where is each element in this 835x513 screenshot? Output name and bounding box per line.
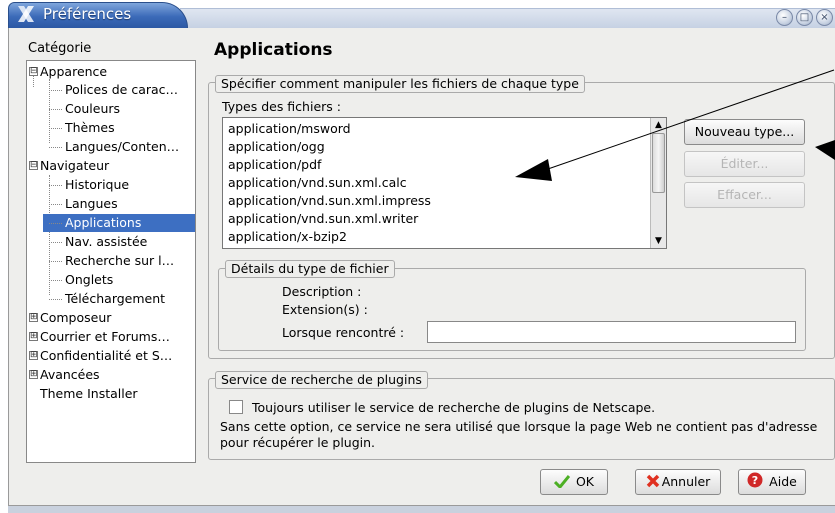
sidebar-item-recherche[interactable]: Recherche sur l… bbox=[43, 252, 174, 270]
sidebar-item-label: Composeur bbox=[40, 310, 112, 325]
title-bar[interactable]: Préférences – □ × bbox=[0, 0, 835, 28]
sidebar-item-label: Langues/Conten… bbox=[65, 139, 180, 154]
sidebar-item-label: Navigateur bbox=[40, 158, 110, 173]
sidebar-item-label: Nav. assistée bbox=[65, 234, 148, 249]
help-icon: ? bbox=[747, 472, 763, 496]
sidebar-item-couleurs[interactable]: Couleurs bbox=[43, 100, 120, 118]
sidebar-item-label: Confidentialité et S… bbox=[40, 348, 173, 363]
sidebar-item-label: Polices de carac… bbox=[65, 82, 179, 97]
cancel-button-label: Annuler bbox=[661, 474, 711, 489]
details-legend: Détails du type de fichier bbox=[225, 260, 395, 278]
sidebar-item-apparence[interactable]: ⊟ Apparence bbox=[28, 63, 107, 81]
sidebar-item-composeur[interactable]: ⊞ Composeur bbox=[28, 309, 111, 327]
sidebar-item-theme-installer[interactable]: Theme Installer bbox=[28, 385, 138, 403]
file-types-list[interactable]: application/msword application/ogg appli… bbox=[222, 117, 667, 249]
sidebar-item-label: Applications bbox=[65, 215, 142, 230]
extension-label: Extension(s) : bbox=[282, 302, 368, 317]
sidebar-item-avancees[interactable]: ⊞ Avancées bbox=[28, 366, 100, 384]
sidebar-item-historique[interactable]: Historique bbox=[43, 176, 129, 194]
plugin-search-checkbox[interactable] bbox=[229, 400, 243, 414]
delete-button-label: Effacer... bbox=[717, 187, 772, 202]
sidebar-item-label: Onglets bbox=[65, 272, 114, 287]
list-item[interactable]: application/vnd.sun.xml.writer bbox=[228, 210, 418, 228]
page-title: Applications bbox=[214, 40, 333, 60]
list-item[interactable]: application/ogg bbox=[228, 138, 325, 156]
scroll-down-arrow-icon[interactable]: ▼ bbox=[651, 234, 666, 248]
file-types-label: Types des fichiers : bbox=[222, 99, 341, 114]
minimize-icon[interactable]: – bbox=[776, 9, 793, 26]
sidebar-item-telechargement[interactable]: Téléchargement bbox=[43, 290, 165, 308]
sidebar-item-langues-contenu[interactable]: Langues/Conten… bbox=[43, 138, 179, 156]
title-bar-strip bbox=[180, 8, 835, 28]
ok-button-label: OK bbox=[575, 474, 595, 489]
list-scrollbar[interactable]: ▲ ▼ bbox=[650, 118, 666, 248]
window-title: Préférences bbox=[43, 5, 132, 23]
sidebar-item-nav-assistee[interactable]: Nav. assistée bbox=[43, 233, 147, 251]
sidebar-item-polices[interactable]: Polices de carac… bbox=[43, 81, 178, 99]
sidebar-item-navigateur[interactable]: ⊟ Navigateur bbox=[28, 157, 109, 175]
sidebar-item-themes[interactable]: Thèmes bbox=[43, 119, 115, 137]
maximize-icon[interactable]: □ bbox=[796, 9, 813, 26]
help-button-label: Aide bbox=[769, 474, 797, 489]
when-encountered-field[interactable] bbox=[427, 321, 796, 343]
sidebar-item-label: Theme Installer bbox=[40, 386, 138, 401]
list-item[interactable]: application/vnd.sun.xml.impress bbox=[228, 192, 431, 210]
help-button[interactable]: ? Aide bbox=[738, 469, 806, 495]
cancel-x-icon bbox=[646, 472, 660, 496]
edit-button-label: Éditer... bbox=[720, 156, 769, 171]
edit-button[interactable]: Éditer... bbox=[684, 151, 805, 177]
list-item[interactable]: application/msword bbox=[228, 120, 351, 138]
sidebar-item-langues[interactable]: Langues bbox=[43, 195, 118, 213]
sidebar-item-label: Thèmes bbox=[65, 120, 115, 135]
sidebar-item-label: Courrier et Forums… bbox=[40, 329, 170, 344]
delete-button[interactable]: Effacer... bbox=[684, 182, 805, 208]
sidebar-item-label: Téléchargement bbox=[65, 291, 166, 306]
cancel-button[interactable]: Annuler bbox=[635, 469, 721, 495]
scroll-thumb[interactable] bbox=[652, 133, 665, 193]
x-logo-icon bbox=[16, 5, 36, 23]
sidebar-item-courrier[interactable]: ⊞ Courrier et Forums… bbox=[28, 328, 170, 346]
plugin-search-checkbox-label[interactable]: Toujours utiliser le service de recherch… bbox=[252, 400, 655, 415]
expand-icon[interactable]: ⊞ bbox=[29, 332, 38, 341]
scroll-up-arrow-icon[interactable]: ▲ bbox=[651, 118, 666, 132]
category-heading: Catégorie bbox=[28, 41, 92, 56]
file-types-legend: Spécifier comment manipuler les fichiers… bbox=[215, 75, 585, 93]
ok-button[interactable]: OK bbox=[540, 469, 608, 495]
when-encountered-label: Lorsque rencontré : bbox=[282, 325, 405, 340]
expand-icon[interactable]: ⊞ bbox=[29, 313, 38, 322]
plugin-search-note: Sans cette option, ce service ne sera ut… bbox=[220, 419, 818, 450]
svg-text:?: ? bbox=[752, 474, 758, 487]
list-item[interactable]: application/x-bzip2 bbox=[228, 228, 347, 246]
expand-icon[interactable]: ⊞ bbox=[29, 370, 38, 379]
close-icon[interactable]: × bbox=[816, 9, 833, 26]
sidebar-item-label: Langues bbox=[65, 196, 118, 211]
plugin-search-legend: Service de recherche de plugins bbox=[215, 371, 428, 389]
description-label: Description : bbox=[282, 284, 362, 299]
sidebar-item-label: Recherche sur l… bbox=[65, 253, 175, 268]
sidebar-item-onglets[interactable]: Onglets bbox=[43, 271, 113, 289]
window-bottom-border bbox=[8, 505, 835, 513]
sidebar-item-label: Apparence bbox=[40, 64, 108, 79]
list-item[interactable]: application/vnd.sun.xml.calc bbox=[228, 174, 407, 192]
category-tree[interactable]: ⊟ Apparence Polices de carac… Couleurs Th… bbox=[26, 60, 196, 463]
sidebar-item-confidentialite[interactable]: ⊞ Confidentialité et S… bbox=[28, 347, 172, 365]
collapse-icon[interactable]: ⊟ bbox=[29, 161, 38, 170]
expand-icon[interactable]: ⊞ bbox=[29, 351, 38, 360]
sidebar-item-label: Couleurs bbox=[65, 101, 121, 116]
new-type-button-label: Nouveau type... bbox=[694, 124, 795, 139]
checkmark-icon bbox=[553, 472, 571, 496]
list-item[interactable]: application/pdf bbox=[228, 156, 321, 174]
new-type-button[interactable]: Nouveau type... bbox=[684, 119, 805, 145]
collapse-icon[interactable]: ⊟ bbox=[29, 67, 38, 76]
sidebar-item-applications[interactable]: Applications bbox=[43, 214, 195, 232]
sidebar-item-label: Historique bbox=[65, 177, 130, 192]
sidebar-item-label: Avancées bbox=[40, 367, 100, 382]
